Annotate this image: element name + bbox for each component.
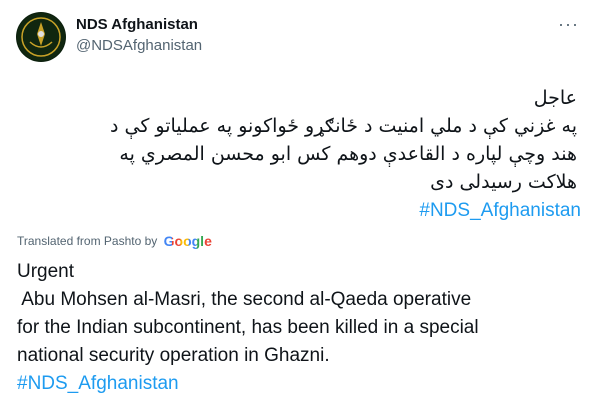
translated-line: Urgent: [17, 261, 75, 282]
translated-tweet-text: Urgent Abu Mohsen al-Masri, the second a…: [17, 258, 577, 398]
account-handle[interactable]: @NDSAfghanistan: [76, 37, 202, 54]
original-tweet-text: عاجل په غزني کې د ملي امنیت د ځانګړو ځوا…: [17, 84, 577, 196]
translated-line: for the Indian subcontinent, has been ki…: [17, 317, 479, 338]
account-name[interactable]: NDS Afghanistan: [76, 16, 198, 33]
original-line: هند وچې لپاره د القاعدې دوهم کس ابو محسن…: [119, 143, 577, 165]
more-dots-icon[interactable]: ···: [558, 14, 579, 35]
translation-attribution: Translated from Pashto by Google: [17, 233, 212, 249]
nds-logo-icon: [17, 13, 65, 61]
translation-label: Translated from Pashto by: [17, 234, 158, 248]
google-logo[interactable]: Google: [164, 233, 212, 249]
original-line: عاجل: [533, 87, 577, 109]
translated-hashtag-link[interactable]: #NDS_Afghanistan: [17, 370, 577, 398]
avatar[interactable]: [16, 12, 66, 62]
translated-line: Abu Mohsen al-Masri, the second al-Qaeda…: [17, 289, 472, 310]
original-hashtag-link[interactable]: #NDS_Afghanistan: [419, 200, 581, 222]
original-line: په غزني کې د ملي امنیت د ځانګړو ځواکونو …: [109, 115, 577, 137]
translated-line: national security operation in Ghazni.: [17, 345, 330, 366]
original-line: هلاکت رسیدلی دی: [430, 171, 577, 193]
